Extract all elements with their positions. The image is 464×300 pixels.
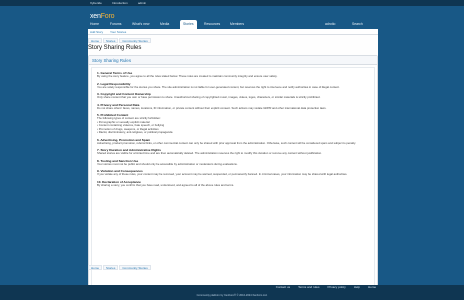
rule-text: You are solely responsible for the stori… <box>97 84 340 89</box>
footer-link[interactable]: Home <box>368 285 376 290</box>
search-button[interactable]: Search <box>352 20 363 29</box>
breadcrumb: Home Stories Community Stories <box>88 38 152 43</box>
rule-text: Do not share others' faces, names, locat… <box>97 105 327 110</box>
footer-link[interactable]: Contact us <box>276 285 290 290</box>
rule-section: 4. Privacy and Personal Data Do not shar… <box>97 103 369 111</box>
user-menu[interactable]: adrotio <box>325 20 335 29</box>
breadcrumb-item[interactable]: Stories <box>103 265 119 270</box>
rule-section: 3. Copyright and Content Ownership Only … <box>97 92 369 100</box>
rule-section: 5. Prohibited Content The following type… <box>97 113 369 134</box>
prohibited-list: • Pornographic or sexually explicit mate… <box>97 120 369 135</box>
rule-text: If you violate any of these rules, your … <box>97 172 348 177</box>
topbar-item[interactable]: Xyberide <box>90 1 102 5</box>
subnav-your-stories[interactable]: Your Stories <box>110 30 126 34</box>
rule-section: 9. Violation and Consequences If you vio… <box>97 169 369 177</box>
tab-media[interactable]: Media <box>160 20 169 29</box>
page: Xyberide Introduction admin xenForo Home… <box>0 0 464 300</box>
footer-links: Contact us Terms and rules Privacy polic… <box>276 285 376 290</box>
site-footer: Contact us Terms and rules Privacy polic… <box>0 285 464 300</box>
tab-whats-new[interactable]: What's new <box>132 20 149 29</box>
topbar-item[interactable]: admin <box>138 1 146 5</box>
breadcrumb-item[interactable]: Home <box>88 38 103 43</box>
logo-accent: Foro <box>100 13 115 20</box>
breadcrumb-item[interactable]: Community Stories <box>119 38 151 43</box>
tab-forums[interactable]: Forums <box>110 20 122 29</box>
footer-link[interactable]: Help <box>354 285 360 290</box>
rules-body: 1. General Terms of Use By using the sto… <box>91 67 375 292</box>
rule-text: By using the story feature, you agree to… <box>97 74 278 78</box>
bottom-breadcrumb: Home Stories Community Stories <box>88 265 152 270</box>
page-title: Story Sharing Rules <box>88 45 142 51</box>
tab-home[interactable]: Home <box>90 20 99 29</box>
rule-text: Advertising, product promotion, referral… <box>97 140 356 145</box>
rules-block: Story Sharing Rules 1. General Terms of … <box>88 55 378 295</box>
breadcrumb-item[interactable]: Home <box>88 265 103 270</box>
tab-members[interactable]: Members <box>230 20 244 29</box>
tab-stories[interactable]: Stories <box>180 20 197 29</box>
rule-text: By sharing a story, you confirm that you… <box>97 182 235 187</box>
rule-section: 2. Legal Responsibility You are solely r… <box>97 82 369 90</box>
rule-section: 8. Tooling and Sanction Use Your stories… <box>97 159 369 167</box>
rule-section: 10. Declaration of Acceptance By sharing… <box>97 180 369 188</box>
rule-section: 1. General Terms of Use By using the sto… <box>97 71 369 79</box>
rule-text: Only share content that you own or have … <box>97 95 321 100</box>
footer-link[interactable]: Privacy policy <box>327 285 345 290</box>
site-logo[interactable]: xenForo <box>90 13 114 20</box>
subnav-add-story[interactable]: Add Story <box>90 30 103 34</box>
rule-section: 6. Advertising, Promotion and Spam Adver… <box>97 138 369 146</box>
breadcrumb-item[interactable]: Stories <box>103 38 119 43</box>
rule-text: Shared stories are visible for a limited… <box>97 151 322 156</box>
block-title: Story Sharing Rules <box>89 56 377 65</box>
tab-resources[interactable]: Resources <box>204 20 220 29</box>
footer-link[interactable]: Terms and rules <box>298 285 319 290</box>
site-header: xenForo <box>0 6 464 21</box>
logo-text: xen <box>90 13 101 20</box>
list-item: • Racist, discriminatory, anti-religious… <box>97 130 173 135</box>
rule-text: Your stories must not be public and shou… <box>97 161 238 166</box>
topbar-item[interactable]: Introduction <box>112 1 128 5</box>
copyright: Community platform by XenForo® © 2010-20… <box>196 294 268 297</box>
rule-section: 7. Story Duration and Administrative Rig… <box>97 148 369 156</box>
main-content: Home Stories Community Stories Story Sha… <box>88 35 378 295</box>
breadcrumb-item[interactable]: Community Stories <box>119 265 151 270</box>
